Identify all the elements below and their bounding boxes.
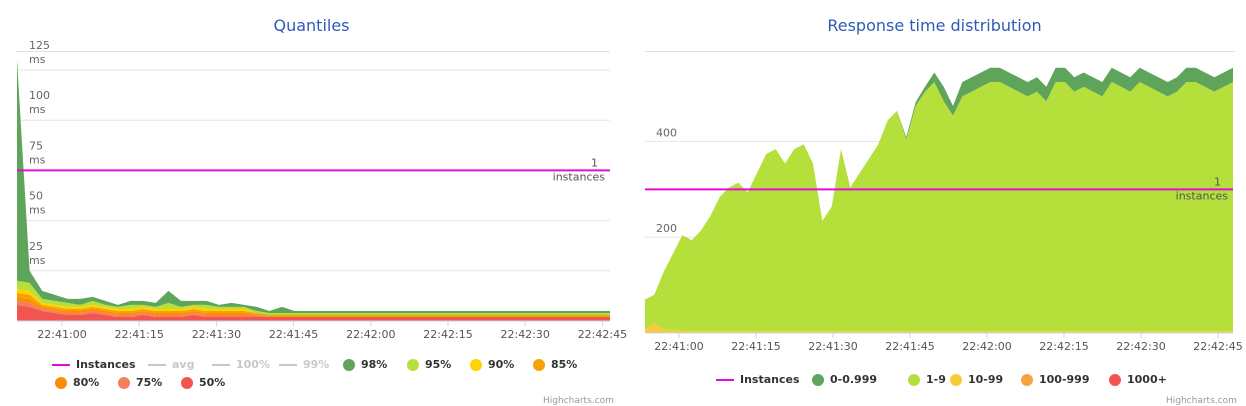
legend-label: 80%: [73, 376, 100, 389]
x-tick-label: 22:42:15: [1039, 340, 1088, 353]
legend-item-75-[interactable]: 75%: [118, 376, 162, 389]
legend-dot-symbol: [55, 376, 67, 389]
legend-label: 0-0.999: [830, 373, 878, 386]
legend-dot-symbol: [343, 358, 355, 371]
x-tick-label: 22:41:30: [192, 328, 241, 341]
legend-item-1-9[interactable]: 1-9: [908, 373, 946, 386]
y-tick-unit: ms: [29, 103, 46, 116]
x-tick-label: 22:42:00: [346, 328, 395, 341]
legend-label: 100-999: [1039, 373, 1090, 386]
legend-label: 90%: [488, 358, 515, 371]
area-series-98-[interactable]: [17, 60, 610, 313]
y-tick-label: 50: [29, 190, 43, 203]
x-tick-label: 22:41:15: [731, 340, 780, 353]
legend-dot-symbol: [470, 358, 482, 371]
instances-line-label: instances: [1176, 189, 1229, 202]
instances-line-label: instances: [553, 170, 606, 183]
legend-dot-symbol: [181, 376, 193, 389]
legend-item-98-[interactable]: 98%: [343, 358, 387, 371]
x-tick-label: 22:41:30: [808, 340, 857, 353]
legend-item-85-[interactable]: 85%: [533, 358, 577, 371]
y-tick-unit: ms: [29, 53, 46, 66]
legend-dot-symbol: [908, 373, 920, 386]
x-tick-label: 22:41:00: [654, 340, 703, 353]
legend-dot-symbol: [407, 358, 419, 371]
legend-item-10-99[interactable]: 10-99: [950, 373, 1003, 386]
y-tick-label: 400: [656, 126, 677, 139]
legend-label: avg: [172, 358, 195, 371]
legend-label: Instances: [740, 373, 800, 386]
legend-item-95-[interactable]: 95%: [407, 358, 451, 371]
y-tick-label: 25: [29, 240, 43, 253]
quantiles-chart: 25ms50ms75ms100ms125ms1instances22:41:00…: [17, 39, 627, 341]
legend-label: 50%: [199, 376, 226, 389]
legend-label: 85%: [551, 358, 578, 371]
x-tick-label: 22:42:30: [500, 328, 549, 341]
y-tick-unit: ms: [29, 204, 46, 217]
x-tick-label: 22:42:45: [578, 328, 627, 341]
legend-dot-symbol: [1109, 373, 1121, 386]
legend-item-0-0-999[interactable]: 0-0.999: [812, 373, 877, 386]
legend-item-instances[interactable]: Instances: [716, 373, 800, 386]
x-tick-label: 22:42:30: [1116, 340, 1165, 353]
legend-label: 95%: [425, 358, 452, 371]
x-tick-label: 22:41:00: [37, 328, 86, 341]
y-tick-unit: ms: [29, 254, 46, 267]
legend-line-symbol: [52, 363, 70, 366]
instances-line-value: 1: [1214, 175, 1221, 188]
legend-label: 1-9: [926, 373, 946, 386]
legend-label: 99%: [303, 358, 330, 371]
x-tick-label: 22:41:45: [885, 340, 934, 353]
legend-label: 10-99: [968, 373, 1004, 386]
legend-dot-symbol: [533, 358, 545, 371]
legend-line-symbol: [716, 378, 734, 381]
legend-line-symbol: [148, 363, 166, 366]
legend-dot-symbol: [950, 373, 962, 386]
legend-line-symbol: [279, 363, 297, 366]
legend-line-symbol: [212, 363, 230, 366]
legend-label: 98%: [361, 358, 388, 371]
response-time-chart: 200 400 1instances 22:41:00 22:41:15 22:41:30…: [645, 67, 1243, 353]
y-tick-label: 125: [29, 39, 50, 52]
highcharts-credit[interactable]: Highcharts.com: [543, 396, 614, 406]
quantiles-panel: Quantiles 25 ms 50 ms 75 ms 100 ms 125 ms 1 instanc…: [0, 0, 627, 406]
x-tick-label: 22:42:00: [962, 340, 1011, 353]
legend-dot-symbol: [118, 376, 130, 389]
y-tick-label: 200: [656, 222, 677, 235]
highcharts-credit[interactable]: Highcharts.com: [1166, 396, 1237, 406]
x-tick-label: 22:42:45: [1193, 340, 1242, 353]
y-tick-label: 100: [29, 89, 50, 102]
legend-item-100-999[interactable]: 100-999: [1021, 373, 1090, 386]
x-tick-label: 22:42:15: [423, 328, 472, 341]
legend-item-100-[interactable]: 100%: [212, 358, 270, 371]
legend-label: Instances: [76, 358, 136, 371]
instances-line-value: 1: [591, 156, 598, 169]
legend-item-instances[interactable]: Instances: [52, 358, 136, 371]
legend-item-50-[interactable]: 50%: [181, 376, 225, 389]
legend-dot-symbol: [812, 373, 824, 386]
response-time-panel: Response time distribution 200 400 1 instan…: [623, 0, 1246, 406]
x-tick-label: 22:41:15: [114, 328, 163, 341]
x-tick-label: 22:41:45: [269, 328, 318, 341]
y-tick-label: 75: [29, 139, 43, 152]
y-tick-unit: ms: [29, 153, 46, 166]
legend-label: 100%: [236, 358, 270, 371]
legend-label: 75%: [136, 376, 163, 389]
legend-dot-symbol: [1021, 373, 1033, 386]
legend-item-1000-[interactable]: 1000+: [1109, 373, 1167, 386]
legend-item-90-[interactable]: 90%: [470, 358, 514, 371]
legend-label: 1000+: [1127, 373, 1167, 386]
legend-item-99-[interactable]: 99%: [279, 358, 329, 371]
legend-item-80-[interactable]: 80%: [55, 376, 99, 389]
area-series-1-9[interactable]: [645, 82, 1233, 332]
legend-item-avg[interactable]: avg: [148, 358, 194, 371]
